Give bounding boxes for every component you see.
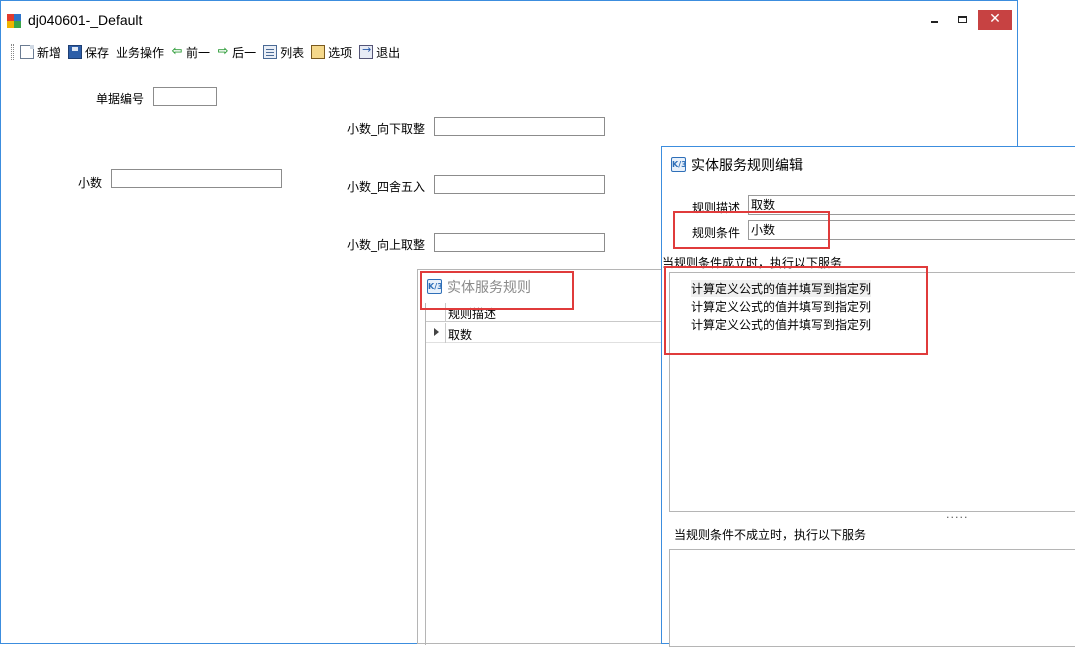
- doc-number-input[interactable]: [153, 87, 217, 106]
- window-title: dj040601-_Default: [28, 12, 143, 28]
- arrow-left-icon: ⇦: [171, 44, 183, 59]
- options-button-label: 选项: [328, 45, 353, 60]
- row-indicator: [426, 323, 446, 343]
- maximize-icon: [958, 16, 967, 23]
- app-icon: [7, 14, 21, 28]
- list-button-label: 列表: [280, 45, 305, 60]
- rule-description-cell[interactable]: 取数: [448, 326, 472, 343]
- new-button[interactable]: 新增: [20, 43, 61, 61]
- business-operations-label: 业务操作: [116, 45, 165, 60]
- ceil-label: 小数_向上取整: [347, 238, 426, 252]
- false-services-list: [669, 549, 1075, 647]
- options-button[interactable]: 选项: [311, 43, 352, 61]
- previous-button-label: 前一: [186, 45, 211, 60]
- save-button[interactable]: 保存: [68, 43, 109, 61]
- row-pointer-icon: [434, 328, 439, 336]
- doc-number-label: 单据编号: [96, 92, 145, 106]
- maximize-button[interactable]: [951, 9, 975, 29]
- rules-grid: 规则描述 取数: [425, 303, 677, 645]
- save-button-label: 保存: [85, 45, 110, 60]
- decimal-label: 小数: [78, 176, 103, 190]
- toolbar: 新增 保存 业务操作 ⇦ 前一 ⇨ 后一 列表 选项 退出: [11, 43, 407, 61]
- splitter-handle[interactable]: ·····: [946, 511, 968, 524]
- list-icon: [263, 45, 278, 59]
- decimal-input[interactable]: [111, 169, 282, 188]
- edit-title-bar[interactable]: K/3 实体服务规则编辑: [662, 147, 1075, 179]
- toolbar-grip[interactable]: [11, 44, 14, 60]
- title-bar[interactable]: dj040601-_Default ✕: [1, 1, 1017, 39]
- ceil-input[interactable]: [434, 233, 605, 252]
- edit-dialog-title: 实体服务规则编辑: [691, 158, 803, 174]
- business-operations-button[interactable]: 业务操作: [116, 43, 164, 61]
- floor-input[interactable]: [434, 117, 605, 136]
- list-button[interactable]: 列表: [263, 43, 304, 61]
- options-icon: [311, 45, 326, 59]
- highlight-box-rule-condition: [673, 211, 830, 249]
- close-button[interactable]: ✕: [978, 10, 1012, 30]
- next-button[interactable]: ⇨ 后一: [217, 43, 256, 61]
- save-icon: [68, 45, 83, 59]
- kis-icon: K/3: [671, 157, 687, 172]
- round-label: 小数_四舍五入: [347, 180, 426, 194]
- minimize-button[interactable]: [923, 9, 947, 29]
- table-row[interactable]: 取数: [426, 323, 677, 343]
- previous-button[interactable]: ⇦ 前一: [171, 43, 210, 61]
- round-input[interactable]: [434, 175, 605, 194]
- highlight-box-rules-title: [420, 271, 574, 310]
- entity-service-rules-dialog: K/3 实体服务规则 规则描述 取数: [417, 269, 677, 645]
- new-document-icon: [20, 45, 34, 59]
- exit-button-label: 退出: [376, 45, 401, 60]
- false-section-label: 当规则条件不成立时，执行以下服务: [674, 528, 867, 542]
- exit-button[interactable]: 退出: [359, 43, 400, 61]
- minimize-icon: [931, 21, 938, 23]
- highlight-box-services: [664, 266, 928, 355]
- new-button-label: 新增: [37, 45, 62, 60]
- next-button-label: 后一: [232, 45, 257, 60]
- exit-icon: [359, 43, 374, 59]
- floor-label: 小数_向下取整: [347, 122, 426, 136]
- arrow-right-icon: ⇨: [217, 44, 229, 59]
